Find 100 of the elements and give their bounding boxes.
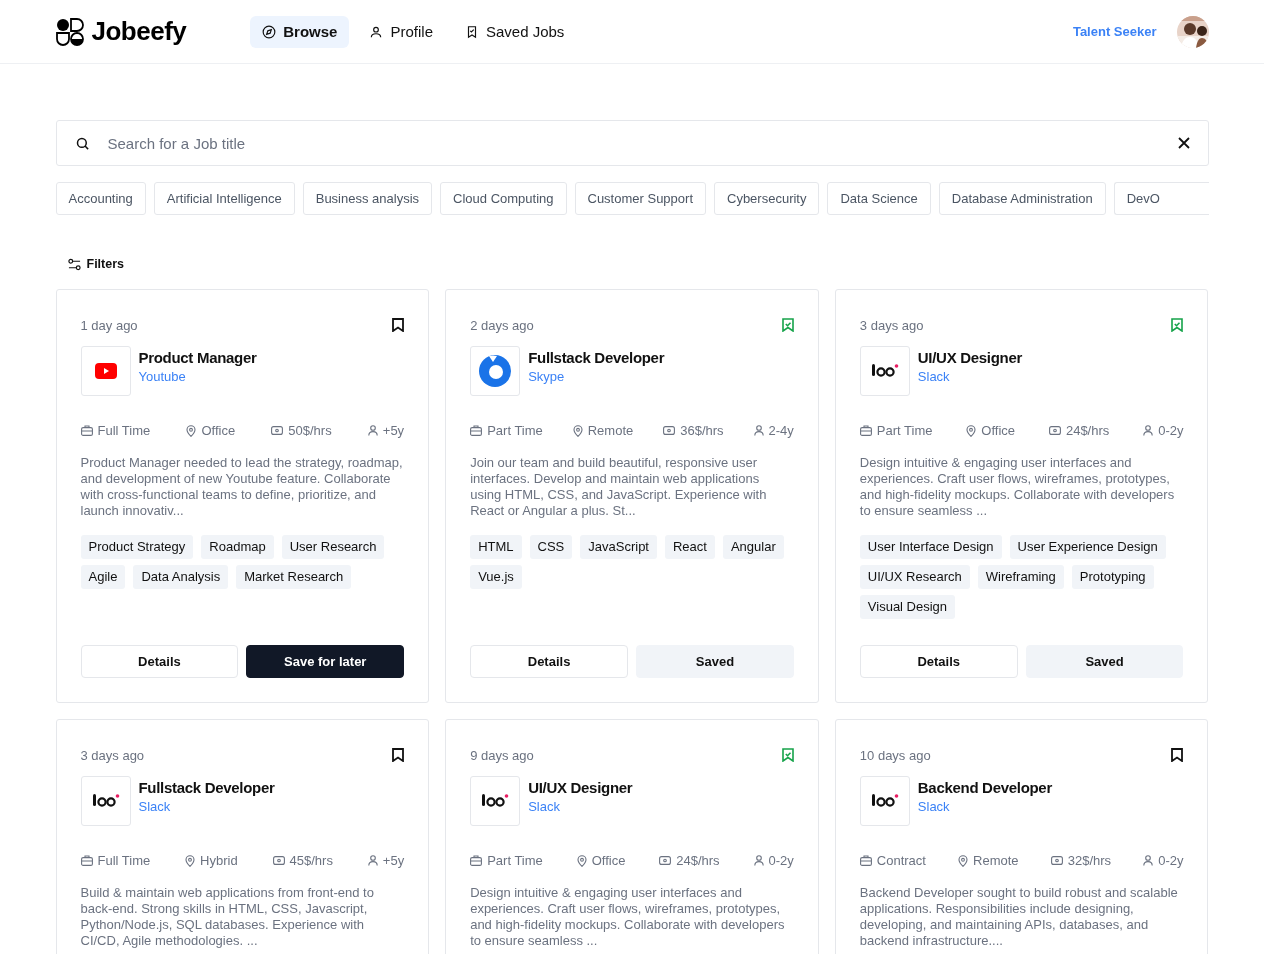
bookmark-check-icon[interactable] <box>781 318 794 332</box>
skill-tag: HTML <box>470 535 522 559</box>
company-name[interactable]: Slack <box>138 799 275 814</box>
bookmark-icon[interactable] <box>392 318 405 332</box>
nav-tab[interactable]: Browse <box>250 15 350 48</box>
category-chip[interactable]: Data Science <box>827 182 931 215</box>
bookmark-check-icon[interactable] <box>781 748 794 762</box>
company-name[interactable]: Slack <box>917 799 1052 814</box>
category-chip[interactable]: Business analysis <box>302 182 433 215</box>
job-title: Backend Developer <box>917 779 1052 796</box>
job-type: Part Time <box>487 853 543 868</box>
details-button[interactable]: Details <box>859 645 1018 678</box>
skill-tag: Product Strategy <box>80 535 194 559</box>
job-title: UI/UX Designer <box>528 779 633 796</box>
location-pin-icon <box>958 854 969 867</box>
category-chip[interactable]: DevO <box>1113 182 1209 215</box>
briefcase-icon <box>470 425 483 436</box>
nav-tab[interactable]: Saved Jobs <box>453 15 577 48</box>
briefcase-icon <box>859 855 872 866</box>
job-description: Design intuitive & engaging user interfaces and experiences. Craft user flows, wireframes, prototypes, and high-fidelity mockups. Collaborate with developers to ensure seamless ... <box>470 885 786 949</box>
posted-time: 1 day ago <box>80 317 138 333</box>
briefcase-icon <box>470 855 483 866</box>
job-location: Office <box>201 423 236 438</box>
saved-button[interactable]: Saved <box>1025 645 1184 678</box>
posted-time: 2 days ago <box>470 317 534 333</box>
job-title: Fullstack Developer <box>528 349 665 366</box>
category-chip[interactable]: Cybersecurity <box>714 182 820 215</box>
skill-tag: User Research <box>281 535 385 559</box>
job-title: UI/UX Designer <box>917 349 1022 366</box>
hourly-rate: 36$/hrs <box>680 423 724 438</box>
job-type: Full Time <box>97 853 151 868</box>
saved-button[interactable]: Saved <box>636 645 794 678</box>
job-title: Product Manager <box>138 349 257 366</box>
posted-time: 3 days ago <box>80 747 145 763</box>
money-icon <box>659 856 672 865</box>
posted-time: 9 days ago <box>470 747 534 763</box>
skill-tag: User Experience Design <box>1009 535 1166 559</box>
job-description: Build & maintain web applications from front-end to back-end. Strong skills in HTML, CSS, Javascript, Python/Node.js, SQL databases. Experience with CI/CD, Agile methodologies. ... <box>80 885 375 949</box>
skill-tag: JavaScript <box>580 535 657 559</box>
category-chip[interactable]: Artificial Intelligence <box>153 182 295 215</box>
job-location: Hybrid <box>200 853 238 868</box>
category-chip[interactable]: Customer Support <box>574 182 706 215</box>
user-role[interactable]: Talent Seeker <box>1072 24 1157 39</box>
company-name[interactable]: Slack <box>528 799 633 814</box>
bookmark-icon[interactable] <box>1171 748 1184 762</box>
category-chip[interactable]: Cloud Computing <box>440 182 567 215</box>
bookmark-check-icon[interactable] <box>1171 318 1184 332</box>
skill-tag: Agile <box>80 565 126 589</box>
user-icon <box>369 24 384 39</box>
money-icon <box>663 426 676 435</box>
experience-level: 2-4y <box>768 423 794 438</box>
user-icon <box>753 855 764 866</box>
company-name[interactable]: Youtube <box>138 369 257 384</box>
job-location: Remote <box>973 853 1019 868</box>
location-pin-icon <box>576 854 587 867</box>
job-description: Product Manager needed to lead the strategy, roadmap, and development of new Youtube feature. Collaborate with cross-functional teams to define, prioritize, and launch innovativ... <box>80 455 404 519</box>
category-chip[interactable]: Database Administration <box>938 182 1106 215</box>
hourly-rate: 32$/hrs <box>1067 853 1112 868</box>
skill-tag: React <box>665 535 715 559</box>
user-icon <box>753 425 764 436</box>
user-icon <box>1143 855 1154 866</box>
logo-mark-icon <box>870 363 899 379</box>
details-button[interactable]: Details <box>470 645 628 678</box>
compass-icon <box>262 24 277 39</box>
close-icon[interactable] <box>1177 137 1190 149</box>
logo-mark-icon <box>91 793 120 809</box>
brand-name: Jobeefy <box>91 16 187 47</box>
hourly-rate: 45$/hrs <box>289 853 333 868</box>
skill-tag: UI/UX Research <box>859 565 970 589</box>
nav-tab[interactable]: Profile <box>357 15 445 48</box>
save-button[interactable]: Save for later <box>246 645 405 678</box>
logo-mark-icon <box>481 793 510 809</box>
posted-time: 3 days ago <box>859 317 924 333</box>
experience-level: 0-2y <box>1158 423 1184 438</box>
money-icon <box>1050 856 1063 865</box>
logo-icon <box>55 17 84 46</box>
job-title: Fullstack Developer <box>138 779 275 796</box>
category-chip[interactable]: Accounting <box>55 182 146 215</box>
filters-button[interactable]: Filters <box>67 255 124 273</box>
money-icon <box>1048 426 1061 435</box>
filter-icon <box>67 257 81 271</box>
job-type: Contract <box>876 853 926 868</box>
user-icon <box>367 425 378 436</box>
bookmark-icon[interactable] <box>392 748 405 762</box>
job-location: Office <box>591 853 626 868</box>
job-description: Design intuitive & engaging user interfaces and experiences. Craft user flows, wireframes, prototypes, and high-fidelity mockups. Collaborate with developers to ensure seamless ... <box>859 455 1176 519</box>
job-location: Office <box>981 423 1016 438</box>
skill-tag: Roadmap <box>201 535 274 559</box>
company-name[interactable]: Skype <box>528 369 665 384</box>
hourly-rate: 24$/hrs <box>1065 423 1110 438</box>
briefcase-icon <box>80 855 93 866</box>
briefcase-icon <box>859 425 872 436</box>
experience-level: +5y <box>382 423 405 438</box>
location-pin-icon <box>185 854 196 867</box>
hourly-rate: 24$/hrs <box>676 853 720 868</box>
details-button[interactable]: Details <box>80 645 239 678</box>
search-field[interactable]: Search for a Job title <box>55 120 1209 166</box>
money-icon <box>271 426 284 435</box>
skill-tag: Visual Design <box>859 595 956 619</box>
company-name[interactable]: Slack <box>917 369 1022 384</box>
